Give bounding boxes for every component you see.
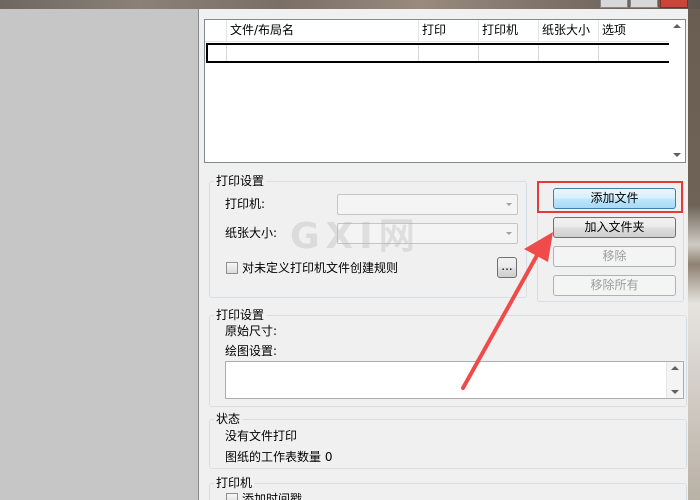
annotation-arrow (461, 232, 553, 390)
arrow-shaft (461, 248, 542, 390)
arrow-head-icon (524, 232, 553, 262)
